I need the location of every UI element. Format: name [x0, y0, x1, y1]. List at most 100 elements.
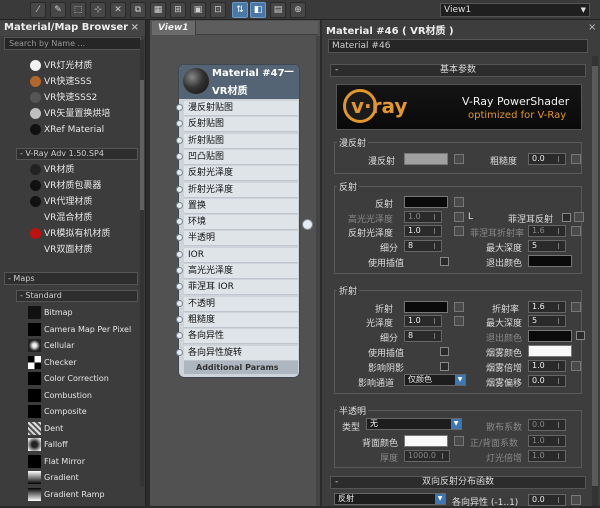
material-item[interactable]: VR混合材质: [44, 211, 92, 225]
fresnel-ior-map-button[interactable]: [571, 226, 581, 236]
close-icon[interactable]: ×: [131, 20, 139, 36]
trans-type-dropdown[interactable]: 无 ▼: [366, 418, 462, 430]
node-slot[interactable]: 反射光泽度: [184, 166, 298, 182]
node-slot[interactable]: 环境: [184, 215, 298, 231]
back-color-swatch[interactable]: [404, 435, 448, 447]
map-item[interactable]: Flat Mirror: [44, 455, 85, 469]
affect-channel-dropdown[interactable]: 仅颜色 ▼: [404, 374, 466, 386]
fog-bias-spinner[interactable]: 0.0: [528, 375, 566, 387]
input-socket-icon[interactable]: [176, 201, 183, 209]
reset-icon[interactable]: ✕: [110, 2, 126, 18]
hilight-gloss-map-button[interactable]: [454, 212, 464, 222]
hilight-gloss-spinner[interactable]: 1.0: [404, 211, 442, 223]
input-socket-icon[interactable]: [176, 299, 183, 307]
material-name-field[interactable]: Material #46: [328, 39, 588, 53]
layout-icon[interactable]: ▦: [150, 2, 166, 18]
node-slot[interactable]: 不透明: [184, 296, 298, 312]
input-socket-icon[interactable]: [176, 348, 183, 356]
lock-l-button[interactable]: L: [468, 212, 473, 222]
fog-mult-spinner[interactable]: 1.0: [528, 360, 566, 372]
roughness-map-button[interactable]: [571, 154, 581, 164]
reflect-exit-swatch[interactable]: [528, 255, 572, 267]
node-slot[interactable]: 各向异性: [184, 329, 298, 345]
fog-mult-map-button[interactable]: [571, 361, 581, 371]
node-slot[interactable]: 高光光泽度: [184, 264, 298, 279]
reflect-color-swatch[interactable]: [404, 196, 448, 208]
reflect-gloss-map-button[interactable]: [454, 226, 464, 236]
basic-params-rollout[interactable]: - 基本参数: [330, 64, 586, 77]
material-item[interactable]: VR材质: [44, 163, 74, 177]
affect-shadow-checkbox[interactable]: [440, 362, 449, 371]
material-node[interactable]: Material #47 VR材质 — 漫反射贴图 反射贴图 折射贴图 凹凸贴图 反射光…: [178, 64, 300, 378]
scrollbar-thumb[interactable]: [140, 80, 144, 210]
map-item[interactable]: Gradient: [44, 471, 79, 485]
select-icon[interactable]: ⇅: [232, 2, 248, 18]
ior-map-button[interactable]: [571, 302, 581, 312]
aniso-map-button[interactable]: [571, 495, 581, 505]
brdf-rollout[interactable]: - 双向反射分布函数: [330, 476, 586, 489]
map-item[interactable]: Camera Map Per Pixel: [44, 323, 131, 337]
eyedropper-icon[interactable]: ✎: [50, 2, 66, 18]
minimize-icon[interactable]: —: [284, 66, 294, 77]
scrollbar-thumb[interactable]: [592, 66, 598, 486]
reflect-interp-checkbox[interactable]: [440, 257, 449, 266]
zoom-icon[interactable]: ⊕: [290, 2, 306, 18]
map-item[interactable]: Gradient Ramp: [44, 488, 105, 502]
aniso-spinner[interactable]: 0.0: [528, 494, 566, 506]
node-slot[interactable]: IOR: [184, 247, 298, 263]
reflect-depth-spinner[interactable]: 5: [528, 240, 566, 252]
pick-icon[interactable]: ⁄: [30, 2, 46, 18]
fresnel-map-button[interactable]: [574, 212, 584, 222]
node-slot[interactable]: 凹凸贴图: [184, 149, 298, 165]
input-socket-icon[interactable]: [176, 152, 183, 160]
input-socket-icon[interactable]: [176, 315, 183, 323]
node-slot[interactable]: 各向异性旋转: [184, 345, 298, 361]
fog-color-swatch[interactable]: [528, 345, 572, 357]
make-unique-icon[interactable]: ⧉: [130, 2, 146, 18]
close-icon[interactable]: ×: [588, 22, 596, 33]
input-socket-icon[interactable]: [176, 267, 183, 274]
ior-spinner[interactable]: 1.6: [528, 301, 566, 313]
material-item[interactable]: XRef Material: [44, 123, 104, 137]
fresnel-ior-spinner[interactable]: 1.6: [528, 225, 566, 237]
map-item[interactable]: Composite: [44, 405, 87, 419]
map-item[interactable]: Cellular: [44, 339, 74, 353]
map-item[interactable]: Bitmap: [44, 306, 73, 320]
show-end-icon[interactable]: ⊡: [210, 2, 226, 18]
back-color-map-button[interactable]: [454, 436, 464, 446]
light-mult-spinner[interactable]: 1.0: [528, 450, 566, 462]
show-map-icon[interactable]: ▣: [190, 2, 206, 18]
node-slot[interactable]: 折射贴图: [184, 133, 298, 149]
grid-icon[interactable]: ▤: [270, 2, 286, 18]
refract-gloss-map-button[interactable]: [454, 316, 464, 326]
map-item[interactable]: Dent: [44, 422, 63, 436]
input-socket-icon[interactable]: [176, 250, 183, 258]
refract-interp-checkbox[interactable]: [440, 347, 449, 356]
scatter-spinner[interactable]: 0.0: [528, 419, 566, 431]
node-slot[interactable]: 半透明: [184, 231, 298, 247]
reflect-gloss-spinner[interactable]: 1.0: [404, 225, 442, 237]
view-scrollbar[interactable]: [316, 36, 320, 506]
refract-exit-checkbox[interactable]: [576, 331, 585, 340]
maps-header[interactable]: - Maps: [4, 272, 138, 285]
move-children-icon[interactable]: ⊹: [90, 2, 106, 18]
thickness-spinner[interactable]: 1000.0: [404, 450, 450, 462]
material-item[interactable]: VR双面材质: [44, 243, 92, 257]
material-item[interactable]: VR矢量置换烘培: [44, 107, 110, 121]
diffuse-color-swatch[interactable]: [404, 153, 448, 165]
additional-params-button[interactable]: Additional Params: [184, 361, 298, 374]
standard-group-header[interactable]: - Standard: [16, 290, 138, 302]
node-slot[interactable]: 菲涅耳 IOR: [184, 280, 298, 296]
node-slot[interactable]: 置换: [184, 198, 298, 214]
fresnel-checkbox[interactable]: [562, 213, 571, 222]
search-input[interactable]: Search by Name ...: [4, 37, 141, 50]
vray-group-header[interactable]: - V-Ray Adv 1.50.SP4: [16, 148, 138, 160]
roughness-spinner[interactable]: 0.0: [528, 153, 566, 165]
map-item[interactable]: Color Correction: [44, 372, 109, 386]
assign-material-icon[interactable]: ⬚: [70, 2, 86, 18]
fwd-back-spinner[interactable]: 1.0: [528, 435, 566, 447]
material-item[interactable]: VR材质包裹器: [44, 179, 101, 193]
tab-view1[interactable]: View1: [152, 21, 196, 35]
refract-subdiv-spinner[interactable]: 8: [404, 330, 442, 342]
refract-gloss-spinner[interactable]: 1.0: [404, 315, 442, 327]
